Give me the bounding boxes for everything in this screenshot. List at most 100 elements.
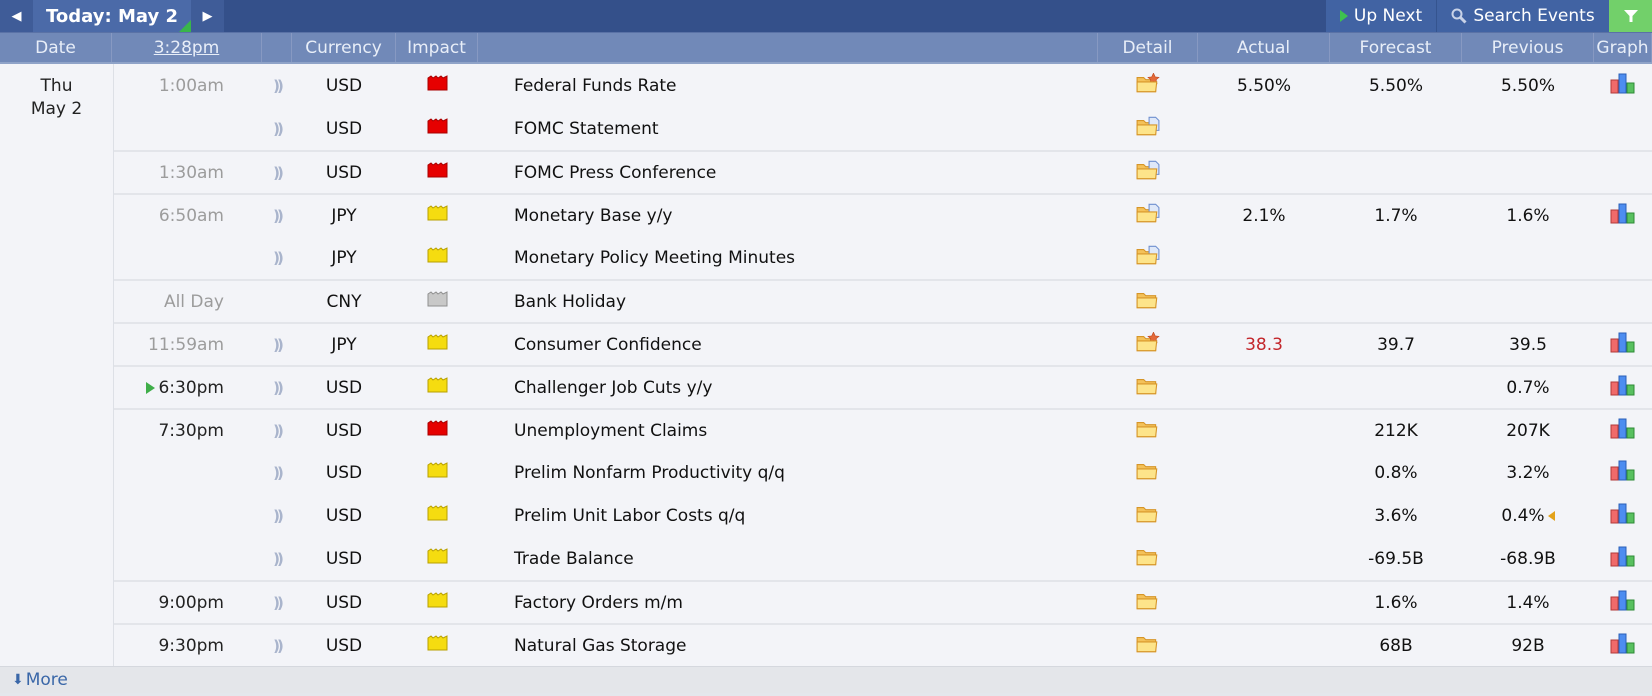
detail-folder-icon[interactable] bbox=[1136, 116, 1160, 141]
impact-holiday-icon[interactable] bbox=[427, 291, 448, 312]
impact-medium-icon[interactable] bbox=[427, 334, 448, 355]
event-row[interactable]: 11:59am )) JPY Consumer Confidence 38.3 … bbox=[114, 322, 1652, 365]
bar-chart-icon[interactable] bbox=[1610, 72, 1636, 99]
event-title[interactable]: Prelim Unit Labor Costs q/q bbox=[478, 494, 1098, 537]
filter-button[interactable] bbox=[1609, 0, 1652, 32]
sound-wave-icon[interactable]: )) bbox=[273, 164, 284, 182]
event-title[interactable]: Factory Orders m/m bbox=[478, 582, 1098, 623]
event-row[interactable]: )) USD Prelim Unit Labor Costs q/q 3.6% … bbox=[114, 494, 1652, 537]
detail-folder-icon[interactable] bbox=[1136, 375, 1160, 400]
impact-medium-icon[interactable] bbox=[427, 592, 448, 613]
day-date: May 2 bbox=[30, 99, 83, 119]
sound-wave-icon[interactable]: )) bbox=[273, 594, 284, 612]
sound-wave-icon[interactable]: )) bbox=[273, 207, 284, 225]
event-time-cell bbox=[114, 107, 262, 150]
detail-cell bbox=[1098, 451, 1198, 494]
graph-cell bbox=[1594, 236, 1652, 279]
impact-medium-icon[interactable] bbox=[427, 635, 448, 656]
event-row[interactable]: 9:00pm )) USD Factory Orders m/m 1.6% 1.… bbox=[114, 580, 1652, 623]
impact-high-icon[interactable] bbox=[427, 118, 448, 139]
impact-medium-icon[interactable] bbox=[427, 548, 448, 569]
detail-folder-icon[interactable] bbox=[1136, 72, 1160, 98]
header-current-time[interactable]: 3:28pm bbox=[112, 33, 262, 62]
event-time-cell: 7:30pm bbox=[114, 410, 262, 451]
event-row[interactable]: 6:30pm )) USD Challenger Job Cuts y/y 0.… bbox=[114, 365, 1652, 408]
event-row[interactable]: 7:30pm )) USD Unemployment Claims 212K 2… bbox=[114, 408, 1652, 451]
event-title[interactable]: FOMC Press Conference bbox=[478, 152, 1098, 193]
bar-chart-icon[interactable] bbox=[1610, 417, 1636, 444]
event-row[interactable]: )) USD Trade Balance -69.5B -68.9B bbox=[114, 537, 1652, 580]
event-title[interactable]: Natural Gas Storage bbox=[478, 625, 1098, 666]
bar-chart-icon[interactable] bbox=[1610, 632, 1636, 659]
detail-folder-icon[interactable] bbox=[1136, 503, 1160, 528]
impact-medium-icon[interactable] bbox=[427, 247, 448, 268]
event-title[interactable]: Challenger Job Cuts y/y bbox=[478, 367, 1098, 408]
detail-folder-icon[interactable] bbox=[1136, 546, 1160, 571]
impact-medium-icon[interactable] bbox=[427, 462, 448, 483]
detail-folder-icon[interactable] bbox=[1136, 418, 1160, 443]
table-header: Date 3:28pm Currency Impact Detail Actua… bbox=[0, 32, 1652, 64]
detail-folder-icon[interactable] bbox=[1136, 203, 1160, 228]
event-previous-cell: 207K bbox=[1462, 410, 1594, 451]
next-day-button[interactable]: ▶ bbox=[191, 0, 224, 32]
sound-wave-icon[interactable]: )) bbox=[273, 550, 284, 568]
event-title[interactable]: Federal Funds Rate bbox=[478, 64, 1098, 107]
event-row[interactable]: )) USD FOMC Statement bbox=[114, 107, 1652, 150]
event-title[interactable]: Bank Holiday bbox=[478, 281, 1098, 322]
detail-folder-icon[interactable] bbox=[1136, 331, 1160, 357]
impact-high-icon[interactable] bbox=[427, 420, 448, 441]
sound-wave-icon[interactable]: )) bbox=[273, 77, 284, 95]
event-row[interactable]: 6:50am )) JPY Monetary Base y/y 2.1% 1.7… bbox=[114, 193, 1652, 236]
detail-folder-icon[interactable] bbox=[1136, 245, 1160, 270]
bar-chart-icon[interactable] bbox=[1610, 374, 1636, 401]
previous-day-button[interactable]: ◀ bbox=[0, 0, 33, 32]
event-forecast bbox=[1330, 236, 1462, 279]
bar-chart-icon[interactable] bbox=[1610, 545, 1636, 572]
bar-chart-icon[interactable] bbox=[1610, 202, 1636, 229]
bar-chart-icon[interactable] bbox=[1610, 459, 1636, 486]
detail-folder-icon[interactable] bbox=[1136, 590, 1160, 615]
sound-wave-icon[interactable]: )) bbox=[273, 422, 284, 440]
sound-wave-icon[interactable]: )) bbox=[273, 507, 284, 525]
event-title[interactable]: Monetary Base y/y bbox=[478, 195, 1098, 236]
impact-high-icon[interactable] bbox=[427, 75, 448, 96]
graph-cell bbox=[1594, 410, 1652, 451]
event-title[interactable]: Prelim Nonfarm Productivity q/q bbox=[478, 451, 1098, 494]
impact-medium-icon[interactable] bbox=[427, 205, 448, 226]
up-next-button[interactable]: Up Next bbox=[1326, 0, 1437, 32]
sound-wave-icon[interactable]: )) bbox=[273, 120, 284, 138]
sound-wave-icon[interactable]: )) bbox=[273, 336, 284, 354]
bar-chart-icon[interactable] bbox=[1610, 589, 1636, 616]
revised-marker-icon[interactable] bbox=[1547, 510, 1555, 521]
impact-cell bbox=[396, 152, 478, 193]
event-row[interactable]: )) USD Prelim Nonfarm Productivity q/q 0… bbox=[114, 451, 1652, 494]
event-title[interactable]: Consumer Confidence bbox=[478, 324, 1098, 365]
impact-medium-icon[interactable] bbox=[427, 377, 448, 398]
detail-folder-icon[interactable] bbox=[1136, 160, 1160, 185]
bar-chart-icon[interactable] bbox=[1610, 502, 1636, 529]
event-row[interactable]: )) JPY Monetary Policy Meeting Minutes bbox=[114, 236, 1652, 279]
sound-wave-icon[interactable]: )) bbox=[273, 464, 284, 482]
event-forecast: 39.7 bbox=[1377, 334, 1415, 355]
sound-wave-icon[interactable]: )) bbox=[273, 379, 284, 397]
impact-high-icon[interactable] bbox=[427, 162, 448, 183]
sound-wave-icon[interactable]: )) bbox=[273, 637, 284, 655]
event-row[interactable]: 1:30am )) USD FOMC Press Conference bbox=[114, 150, 1652, 193]
event-title[interactable]: FOMC Statement bbox=[478, 107, 1098, 150]
sound-wave-icon[interactable]: )) bbox=[273, 249, 284, 267]
more-link[interactable]: ⬇ More bbox=[0, 666, 1652, 693]
event-title[interactable]: Trade Balance bbox=[478, 537, 1098, 580]
search-events-button[interactable]: Search Events bbox=[1437, 0, 1609, 32]
detail-folder-icon[interactable] bbox=[1136, 460, 1160, 485]
today-button[interactable]: Today: May 2 bbox=[33, 0, 191, 32]
event-row[interactable]: 1:00am )) USD Federal Funds Rate 5.50% 5… bbox=[114, 64, 1652, 107]
event-row[interactable]: All Day CNY Bank Holiday bbox=[114, 279, 1652, 322]
impact-medium-icon[interactable] bbox=[427, 505, 448, 526]
event-row[interactable]: 9:30pm )) USD Natural Gas Storage 68B 92… bbox=[114, 623, 1652, 666]
event-time-cell bbox=[114, 537, 262, 580]
event-title[interactable]: Monetary Policy Meeting Minutes bbox=[478, 236, 1098, 279]
detail-folder-icon[interactable] bbox=[1136, 289, 1160, 314]
detail-folder-icon[interactable] bbox=[1136, 633, 1160, 658]
bar-chart-icon[interactable] bbox=[1610, 331, 1636, 358]
event-title[interactable]: Unemployment Claims bbox=[478, 410, 1098, 451]
